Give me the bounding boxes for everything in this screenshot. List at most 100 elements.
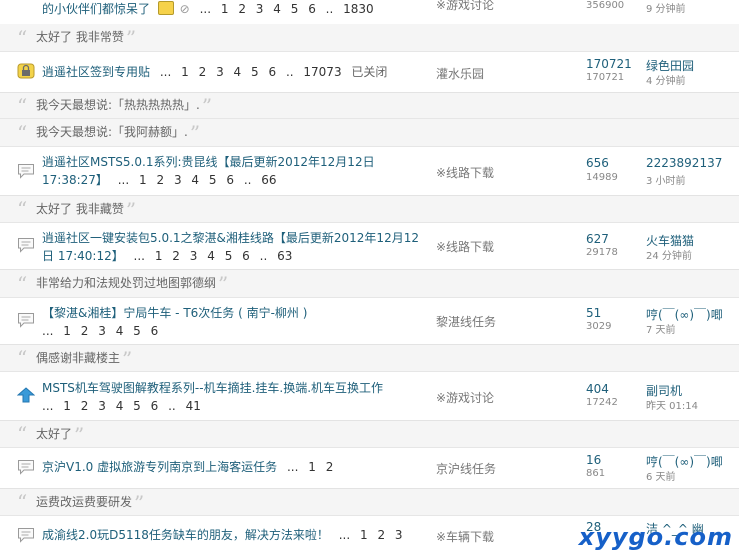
page-link[interactable]: 5 [225,249,233,263]
thread-title-link[interactable]: 逍遥社区签到专用贴 [42,65,150,79]
speech-bubble-icon [18,460,34,475]
page-link[interactable]: 1 [139,173,147,187]
replies-count[interactable]: 51 [586,306,601,320]
replies-count[interactable]: 16 [586,453,601,467]
ellipsis: ... [286,460,299,474]
page-link[interactable]: 5 [209,173,217,187]
page-link[interactable]: 2 [326,460,334,474]
thread-title-link[interactable]: 的小伙伴们都惊呆了 [42,2,150,16]
thread-title-link[interactable]: MSTS机车驾驶图解教程系列--机车摘挂.挂车.换端.机车互换工作 [42,381,383,395]
page-link[interactable]: 5 [251,65,259,79]
page-link[interactable]: 5 [133,324,141,338]
replies-count[interactable]: 627 [586,232,609,246]
page-link[interactable]: 1 [360,528,368,542]
page-link[interactable]: 6 [268,65,276,79]
last-page-link[interactable]: 1830 [343,2,374,16]
page-link[interactable]: 4 [116,399,124,413]
ellipsis: ... [338,528,351,542]
page-link[interactable]: 4 [234,65,242,79]
last-page-link[interactable]: 63 [277,249,292,263]
page-link[interactable]: 3 [216,65,224,79]
close-quote-icon: ” [201,94,213,118]
page-link[interactable]: 3 [174,173,182,187]
quote-row: “ 太好了 我非藏赞” [0,196,739,223]
forum-link[interactable]: 灌水乐园 [436,65,484,82]
dots: .. [285,65,294,79]
last-page-link[interactable]: 41 [186,399,201,413]
attachment-icon: ⊘ [179,2,190,16]
page-link[interactable]: 3 [98,324,106,338]
last-page-link[interactable]: 66 [261,173,276,187]
page-link[interactable]: 6 [308,2,316,16]
thread-title-link[interactable]: 【黎湛&湘桂】宁局牛车 - T6次任务 ( 南宁-柳州 ) [42,306,307,320]
thread-row: 逍遥社区MSTS5.0.1系列:贵昆线【最后更新2012年12月12日 17:3… [0,147,739,196]
forum-link[interactable]: 京沪线任务 [436,460,496,477]
quote-row: “ 太好了 我非常赞” [0,24,739,52]
locked-thread-icon [17,63,35,79]
forum-link[interactable]: 黎湛线任务 [436,313,496,330]
close-quote-icon: ” [189,121,201,145]
page-link[interactable]: 5 [291,2,299,16]
page-link[interactable]: 2 [238,2,246,16]
page-link[interactable]: 1 [155,249,163,263]
page-link[interactable]: 1 [221,2,229,16]
page-link[interactable]: 3 [395,528,403,542]
views-count: 861 [586,468,606,479]
page-link[interactable]: 4 [207,249,215,263]
forum-link[interactable]: ※游戏讨论 [436,389,494,406]
closed-status: 已关闭 [351,65,388,79]
page-link[interactable]: 6 [242,249,250,263]
dots: .. [259,249,268,263]
page-link[interactable]: 3 [98,399,106,413]
thread-row: 逍遥社区一键安装包5.0.1之黎湛&湘桂线路【最后更新2012年12月12日 1… [0,223,739,270]
open-quote-icon: “ [17,272,28,296]
page-link[interactable]: 1 [63,399,71,413]
replies-count[interactable]: 656 [586,156,609,170]
last-post-time: 4 分钟前 [646,76,686,87]
open-quote-icon: “ [17,94,28,118]
close-quote-icon: ” [74,423,85,447]
close-quote-icon: ” [122,347,133,371]
forum-link[interactable]: ※线路下载 [436,164,494,181]
thread-title: 的小伙伴们都惊呆了 ⊘ ... 1 2 3 4 5 6 .. 1830 [42,0,422,18]
quote-row: “ 运费改运费要研发” [0,489,739,516]
forum-link[interactable]: ※车辆下载 [436,528,494,545]
pagination: ... 1 2 3 4 5 6 .. 17073 [154,65,346,79]
page-link[interactable]: 2 [377,528,385,542]
last-poster-link[interactable]: 2223892137 [646,156,722,170]
pagination: ... 1 2 3 4 5 6 .. 63 [128,249,293,263]
page-link[interactable]: 1 [308,460,316,474]
speech-bubble-icon [18,528,34,543]
page-link[interactable]: 5 [133,399,141,413]
forum-link[interactable]: ※线路下载 [436,238,494,255]
page-link[interactable]: 6 [226,173,234,187]
open-quote-icon: “ [17,197,28,221]
page-link[interactable]: 3 [190,249,198,263]
page-link[interactable]: 2 [199,65,207,79]
thread-title-link[interactable]: 京沪V1.0 虚拟旅游专列南京到上海客运任务 [42,460,277,474]
replies-count[interactable]: 170721 [586,57,632,71]
thread-title-link[interactable]: 成渝线2.0玩D5118任务缺车的朋友，解决方法来啦！ [42,528,329,542]
replies-count[interactable]: 404 [586,382,609,396]
page-link[interactable]: 6 [151,399,159,413]
page-link[interactable]: 3 [256,2,264,16]
page-link[interactable]: 4 [116,324,124,338]
thread-row: 逍遥社区签到专用贴 ... 1 2 3 4 5 6 .. 17073 已关闭 灌… [0,52,739,93]
last-post-time: 9 分钟前 [646,4,686,15]
views-count: 356900 [586,0,625,11]
page-link[interactable]: 4 [191,173,199,187]
page-link[interactable]: 1 [63,324,71,338]
ellipsis: ... [159,65,172,79]
page-link[interactable]: 2 [172,249,180,263]
page-link[interactable]: 2 [81,399,89,413]
thread-title: 京沪V1.0 虚拟旅游专列南京到上海客运任务 ... 1 2 [42,458,422,476]
forum-link[interactable]: ※游戏讨论 [436,0,494,13]
page-link[interactable]: 1 [181,65,189,79]
page-link[interactable]: 2 [156,173,164,187]
last-page-link[interactable]: 17073 [303,65,341,79]
open-quote-icon: “ [17,490,28,514]
page-link[interactable]: 6 [151,324,159,338]
thread-title: 逍遥社区一键安装包5.0.1之黎湛&湘桂线路【最后更新2012年12月12日 1… [42,229,422,265]
page-link[interactable]: 4 [273,2,281,16]
page-link[interactable]: 2 [81,324,89,338]
